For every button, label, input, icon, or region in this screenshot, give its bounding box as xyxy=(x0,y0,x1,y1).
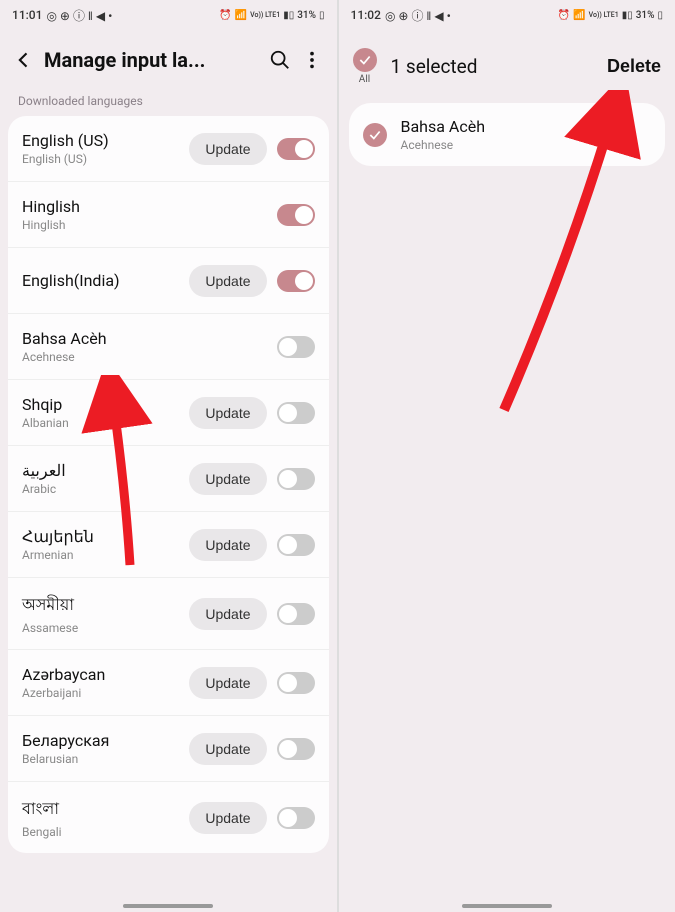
more-icon[interactable] xyxy=(301,49,323,71)
language-title: English (US) xyxy=(22,131,189,150)
app-header: Manage input la... xyxy=(0,30,337,82)
language-title: Bahsa Acèh xyxy=(401,117,652,136)
language-row[interactable]: Azərbaycan AzerbaijaniUpdate xyxy=(8,650,329,716)
language-subtitle: Azerbaijani xyxy=(22,686,189,700)
wifi-icon: 📶 xyxy=(235,10,247,21)
select-all-toggle[interactable]: All xyxy=(353,48,377,85)
language-subtitle: Acehnese xyxy=(22,350,277,364)
selected-language-row[interactable]: Bahsa Acèh Acehnese xyxy=(349,103,666,166)
language-subtitle: Acehnese xyxy=(401,138,652,152)
language-subtitle: Hinglish xyxy=(22,218,277,232)
language-title: English(India) xyxy=(22,271,189,290)
language-subtitle: Belarusian xyxy=(22,752,189,766)
language-toggle[interactable] xyxy=(277,204,315,226)
back-icon[interactable] xyxy=(14,50,34,70)
language-title: Azərbaycan xyxy=(22,665,189,684)
language-subtitle: Armenian xyxy=(22,548,189,562)
net-label: Vo)) LTE1 xyxy=(250,12,280,19)
language-toggle[interactable] xyxy=(277,807,315,829)
update-button[interactable]: Update xyxy=(189,529,266,561)
status-icons-left: ◎ ⊕ ⓘ ‖ ◀ • xyxy=(46,7,112,24)
battery-label: 31% xyxy=(636,10,655,21)
right-phone: 11:02 ◎ ⊕ ⓘ ‖ ◀ • ⏰ 📶 Vo)) LTE1 ▮▯ 31% ▯… xyxy=(337,0,675,912)
update-button[interactable]: Update xyxy=(189,397,266,429)
language-toggle[interactable] xyxy=(277,270,315,292)
check-icon xyxy=(363,123,387,147)
language-row[interactable]: Shqip AlbanianUpdate xyxy=(8,380,329,446)
language-row[interactable]: English (US) English (US)Update xyxy=(8,116,329,182)
all-label: All xyxy=(359,74,370,85)
update-button[interactable]: Update xyxy=(189,667,266,699)
page-title: Manage input la... xyxy=(44,48,259,72)
net-label: Vo)) LTE1 xyxy=(589,12,619,19)
language-title: Беларуская xyxy=(22,731,189,750)
battery-label: 31% xyxy=(297,10,316,21)
check-icon xyxy=(353,48,377,72)
selection-header: All 1 selected Delete xyxy=(339,30,675,99)
status-time: 11:02 xyxy=(351,8,381,22)
left-phone: 11:01 ◎ ⊕ ⓘ ‖ ◀ • ⏰ 📶 Vo)) LTE1 ▮▯ 31% ▯… xyxy=(0,0,337,912)
delete-button[interactable]: Delete xyxy=(607,56,661,77)
language-title: Shqip xyxy=(22,395,189,414)
signal-icon: ▮▯ xyxy=(283,10,294,21)
language-toggle[interactable] xyxy=(277,468,315,490)
language-toggle[interactable] xyxy=(277,738,315,760)
language-toggle[interactable] xyxy=(277,603,315,625)
battery-icon: ▯ xyxy=(657,10,663,21)
language-subtitle: Albanian xyxy=(22,416,189,430)
language-subtitle: Bengali xyxy=(22,825,189,839)
language-subtitle: English (US) xyxy=(22,152,189,166)
language-toggle[interactable] xyxy=(277,402,315,424)
update-button[interactable]: Update xyxy=(189,265,266,297)
language-title: Hinglish xyxy=(22,197,277,216)
language-title: বাংলা xyxy=(22,796,189,823)
language-subtitle: Arabic xyxy=(22,482,189,496)
status-bar: 11:01 ◎ ⊕ ⓘ ‖ ◀ • ⏰ 📶 Vo)) LTE1 ▮▯ 31% ▯ xyxy=(0,0,337,30)
language-list: English (US)English (US)UpdateHinglishHi… xyxy=(8,116,329,853)
update-button[interactable]: Update xyxy=(189,598,266,630)
update-button[interactable]: Update xyxy=(189,802,266,834)
language-toggle[interactable] xyxy=(277,138,315,160)
signal-icon: ▮▯ xyxy=(622,10,633,21)
update-button[interactable]: Update xyxy=(189,463,266,495)
battery-icon: ▯ xyxy=(319,10,325,21)
language-row[interactable]: Bahsa Acèh Acehnese xyxy=(8,314,329,380)
status-icons-left: ◎ ⊕ ⓘ ‖ ◀ • xyxy=(385,7,451,24)
section-label: Downloaded languages xyxy=(0,82,337,116)
update-button[interactable]: Update xyxy=(189,733,266,765)
language-row[interactable]: English(India)Update xyxy=(8,248,329,314)
language-title: Հայերեն xyxy=(22,527,189,546)
status-bar: 11:02 ◎ ⊕ ⓘ ‖ ◀ • ⏰ 📶 Vo)) LTE1 ▮▯ 31% ▯ xyxy=(339,0,675,30)
update-button[interactable]: Update xyxy=(189,133,266,165)
search-icon[interactable] xyxy=(269,49,291,71)
language-row[interactable]: Hinglish Hinglish xyxy=(8,182,329,248)
language-subtitle: Assamese xyxy=(22,621,189,635)
language-title: অসমীয়া xyxy=(22,592,189,619)
language-title: العربية xyxy=(22,461,189,480)
nav-bar-indicator xyxy=(462,904,552,908)
language-row[interactable]: অসমীয়া AssameseUpdate xyxy=(8,578,329,650)
status-time: 11:01 xyxy=(12,8,42,22)
language-row[interactable]: Հայերեն ArmenianUpdate xyxy=(8,512,329,578)
language-row[interactable]: বাংলা BengaliUpdate xyxy=(8,782,329,853)
language-toggle[interactable] xyxy=(277,672,315,694)
wifi-icon: 📶 xyxy=(573,10,585,21)
selection-count: 1 selected xyxy=(387,55,597,78)
language-row[interactable]: العربية ArabicUpdate xyxy=(8,446,329,512)
language-row[interactable]: Беларуская BelarusianUpdate xyxy=(8,716,329,782)
alarm-icon: ⏰ xyxy=(558,10,570,21)
nav-bar-indicator xyxy=(123,904,213,908)
language-toggle[interactable] xyxy=(277,336,315,358)
alarm-icon: ⏰ xyxy=(219,10,231,21)
language-title: Bahsa Acèh xyxy=(22,329,277,348)
language-toggle[interactable] xyxy=(277,534,315,556)
